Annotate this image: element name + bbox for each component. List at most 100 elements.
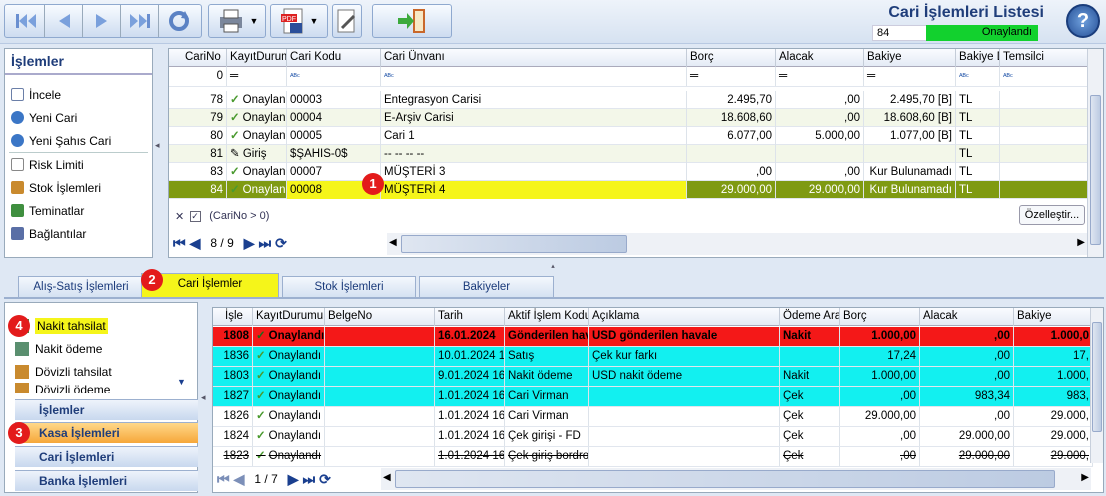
action-new-person-cari[interactable]: Yeni Şahıs Cari xyxy=(5,129,152,152)
tab-alis-satis[interactable]: Alış-Satış İşlemleri xyxy=(18,276,144,298)
exit-button[interactable] xyxy=(372,4,452,38)
first-page-icon[interactable]: ⏮ xyxy=(217,471,230,488)
scroll-left-icon[interactable]: ◀ xyxy=(383,472,391,483)
cari-grid-hscroll[interactable]: ◀ ▶ xyxy=(387,233,1087,255)
action-view[interactable]: İncele xyxy=(5,83,152,106)
action-cash-collection[interactable]: Nakit tahsilat xyxy=(5,314,197,337)
prev-page-icon[interactable]: ◀ xyxy=(234,471,245,488)
cari-grid-vscroll[interactable] xyxy=(1087,49,1103,257)
col-aktif-islem-kodu[interactable]: Aktif İşlem Kodu xyxy=(505,308,589,326)
tab-stok-islemleri[interactable]: Stok İşlemleri xyxy=(282,276,416,298)
transaction-row[interactable]: 1824 ✓ Onaylandı 1.01.2024 16 Çek girişi - F… xyxy=(213,427,1093,447)
col-alacak[interactable]: Alacak xyxy=(776,49,864,67)
nav-cari-islemleri[interactable]: Cari İşlemleri xyxy=(15,446,198,467)
filter-text[interactable]: (CariNo > 0) xyxy=(209,210,269,222)
last-record-button[interactable] xyxy=(121,5,159,37)
nav-islemler[interactable]: İşlemler xyxy=(15,399,198,420)
cell-text: 9.01.2024 16 xyxy=(438,370,505,382)
action-risk-limit[interactable]: Risk Limiti xyxy=(5,153,152,176)
last-page-icon[interactable]: ⏭ xyxy=(303,471,316,488)
transaction-row[interactable]: 1803 ✓ Onaylandı 9.01.2024 16 Nakit ödeme USD… xyxy=(213,367,1093,387)
cari-row[interactable]: 78 ✓ Onaylan 00003 Entegrasyon Carisi 2.495,7… xyxy=(169,91,1089,109)
col-aciklama[interactable]: Açıklama xyxy=(589,308,780,326)
col-temsilci[interactable]: Temsilci xyxy=(1000,49,1089,67)
col-bakiye-d[interactable]: Bakiye D xyxy=(956,49,1000,67)
scroll-thumb[interactable] xyxy=(1092,322,1102,432)
first-record-button[interactable] xyxy=(7,5,45,37)
col-bakiye[interactable]: Bakiye xyxy=(864,49,956,67)
filter-row[interactable]: 0 ═ ᴬᴮᶜ ᴬᴮᶜ ═ ═ ═ ᴬᴮᶜ ᴬᴮᶜ xyxy=(169,67,1089,87)
action-links[interactable]: Bağlantılar xyxy=(5,222,152,245)
col-belgeno[interactable]: BelgeNo xyxy=(325,308,435,326)
action-guarantees[interactable]: Teminatlar xyxy=(5,199,152,222)
transaction-row[interactable]: 1826 ✓ Onaylandı 1.01.2024 16 Cari Virman Çek… xyxy=(213,407,1093,427)
cari-row[interactable]: 81 ✎ Giriş $ŞAHIS-0$ -- -- -- -- TL xyxy=(169,145,1089,163)
report-settings-button[interactable] xyxy=(332,4,362,38)
transactions-pager: ⏮ ◀ 1 / 7 ▶ ⏭ ⟳ xyxy=(217,470,331,488)
cari-row[interactable]: 84 ✓ Onaylan 00008 MÜŞTERİ 4 29.000,00 29.000,… xyxy=(169,181,1089,199)
scroll-right-icon[interactable]: ▶ xyxy=(1081,472,1089,483)
scroll-thumb[interactable] xyxy=(395,470,1055,488)
transactions-grid-vscroll[interactable] xyxy=(1090,308,1103,463)
col-kayitdurumu[interactable]: KayıtDurumu xyxy=(227,49,287,67)
last-page-icon[interactable]: ⏭ xyxy=(259,235,272,252)
col-alacak[interactable]: Alacak xyxy=(920,308,1014,326)
col-carino[interactable]: CariNo xyxy=(169,49,227,67)
customize-button[interactable]: Özelleştir... xyxy=(1019,205,1085,225)
nav-banka-islemleri[interactable]: Banka İşlemleri xyxy=(15,470,198,491)
action-stock[interactable]: Stok İşlemleri xyxy=(5,176,152,199)
transaction-row[interactable]: 1808 ✓ Onaylandı 16.01.2024 Gönderilen hav US… xyxy=(213,327,1093,347)
help-button[interactable]: ? xyxy=(1066,4,1100,38)
action-fx-payment[interactable]: Dövizli ödeme xyxy=(5,383,197,393)
cell-text: 29.000, xyxy=(1050,450,1089,462)
splitter[interactable]: ▴ xyxy=(0,262,1106,270)
action-fx-collection[interactable]: Dövizli tahsilat xyxy=(5,360,197,383)
col-isle[interactable]: İşle xyxy=(213,308,253,326)
scroll-thumb[interactable] xyxy=(1090,95,1101,245)
cari-row[interactable]: 83 ✓ Onaylan 00007 MÜŞTERİ 3,00,00 Kur Buluna… xyxy=(169,163,1089,181)
collapse-panel-handle[interactable]: ◂ xyxy=(201,392,206,403)
cell-bakiye: 29.000, xyxy=(1014,407,1093,426)
collapse-panel-handle[interactable]: ◂ xyxy=(155,140,163,160)
scroll-right-icon[interactable]: ▶ xyxy=(1077,237,1085,248)
next-page-icon[interactable]: ▶ xyxy=(244,235,255,252)
cari-row[interactable]: 80 ✓ Onaylan 00005 Cari 1 6.077,00 5.000,00 1.0… xyxy=(169,127,1089,145)
cell-kod: Cari Virman xyxy=(505,407,589,426)
prev-record-button[interactable] xyxy=(45,5,83,37)
transaction-row[interactable]: 1827 ✓ Onaylandı 1.01.2024 16 Cari Virman Çek… xyxy=(213,387,1093,407)
col-borc[interactable]: Borç xyxy=(840,308,920,326)
refresh-icon[interactable]: ⟳ xyxy=(319,471,331,488)
print-button[interactable]: ▼ xyxy=(208,4,266,38)
col-borc[interactable]: Borç xyxy=(687,49,776,67)
next-page-icon[interactable]: ▶ xyxy=(288,471,299,488)
clear-filter-icon[interactable]: ✕ xyxy=(175,210,184,223)
prev-page-icon[interactable]: ◀ xyxy=(190,235,201,252)
action-new-cari[interactable]: Yeni Cari xyxy=(5,106,152,129)
filter-checkbox[interactable]: ✓ xyxy=(190,210,202,222)
scroll-left-icon[interactable]: ◀ xyxy=(389,237,397,248)
transactions-grid-hscroll[interactable]: ◀ ▶ xyxy=(381,468,1091,490)
export-pdf-button[interactable]: PDF ▼ xyxy=(270,4,328,38)
cell-text: 79 xyxy=(210,112,223,124)
col-odeme-araci[interactable]: Ödeme Ara xyxy=(780,308,840,326)
filter-carino[interactable]: 0 xyxy=(169,67,227,86)
expand-down-icon[interactable]: ▼ xyxy=(177,377,186,387)
col-kayitdurumu[interactable]: KayıtDurumu xyxy=(253,308,325,326)
cari-row[interactable]: 79 ✓ Onaylan 00004 E-Arşiv Carisi 18.608,60,0… xyxy=(169,109,1089,127)
action-cash-payment[interactable]: Nakit ödeme xyxy=(5,337,197,360)
col-cari-kodu[interactable]: Cari Kodu xyxy=(287,49,381,67)
col-cari-unvani[interactable]: Cari Ünvanı xyxy=(381,49,687,67)
nav-kasa-islemleri[interactable]: Kasa İşlemleri xyxy=(15,422,198,443)
check-icon: ✓ xyxy=(230,184,240,196)
col-tarih[interactable]: Tarih xyxy=(435,308,505,326)
tab-bakiyeler[interactable]: Bakiyeler xyxy=(419,276,554,298)
transaction-row[interactable]: 1823 ✓ Onaylandı 1.01.2024 16 Çek giriş bord… xyxy=(213,447,1093,467)
filter-equals-icon: ═ xyxy=(227,67,287,86)
next-record-button[interactable] xyxy=(83,5,121,37)
scroll-thumb[interactable] xyxy=(401,235,627,253)
col-bakiye[interactable]: Bakiye xyxy=(1014,308,1093,326)
first-page-icon[interactable]: ⏮ xyxy=(173,235,186,252)
transaction-row[interactable]: 1836 ✓ Onaylandı 10.01.2024 1 Satış Çek kur f… xyxy=(213,347,1093,367)
refresh-button[interactable] xyxy=(159,5,199,37)
refresh-icon[interactable]: ⟳ xyxy=(275,235,287,252)
